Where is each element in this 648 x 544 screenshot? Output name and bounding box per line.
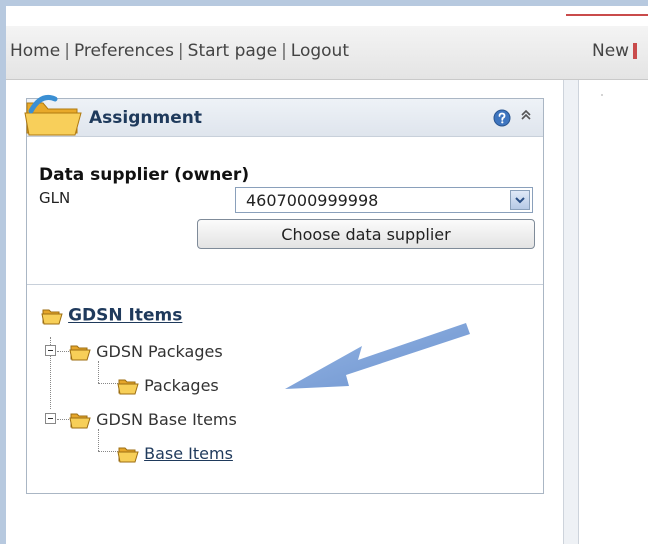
tree-item-packages[interactable]: Packages xyxy=(117,375,219,396)
navigation-bar: Home | Preferences | Start page | Logout New xyxy=(6,26,648,80)
new-tab[interactable]: New xyxy=(592,41,638,61)
help-icon[interactable] xyxy=(493,109,511,131)
assignment-panel: Assignment Data supplier (owner) GLN 460… xyxy=(24,95,544,494)
folder-icon xyxy=(117,447,139,462)
nav-separator: | xyxy=(64,41,70,61)
panel-header: Assignment xyxy=(24,95,543,137)
gln-value: 4607000999998 xyxy=(246,191,379,210)
tree-item-label: Base Items xyxy=(144,444,233,463)
nav-start-page-link[interactable]: Start page xyxy=(188,41,277,61)
chevron-down-icon[interactable] xyxy=(510,190,530,210)
tree-item-label: GDSN Base Items xyxy=(96,410,237,429)
collapse-toggle-icon[interactable] xyxy=(45,345,56,356)
tree-item-label: GDSN Packages xyxy=(96,342,223,361)
gln-select[interactable]: 4607000999998 xyxy=(235,187,533,213)
active-tab-accent xyxy=(566,14,648,16)
tree-connector xyxy=(98,429,99,451)
folder-icon xyxy=(117,379,139,394)
new-tab-accent xyxy=(633,43,638,59)
top-bar xyxy=(6,6,648,26)
gln-label: GLN xyxy=(39,189,71,207)
new-tab-label: New xyxy=(592,41,630,61)
panel-title: Assignment xyxy=(89,108,202,128)
collapse-toggle-icon[interactable] xyxy=(45,413,56,424)
tree-item-gdsn-base-items[interactable]: GDSN Base Items xyxy=(69,409,237,430)
tree-root[interactable]: GDSN Items xyxy=(41,305,182,326)
right-column-mark xyxy=(601,94,603,96)
nav-separator: | xyxy=(177,41,184,61)
nav-links: Home | Preferences | Start page | Logout xyxy=(10,41,349,61)
collapse-chevron-icon[interactable] xyxy=(519,108,533,126)
folder-icon xyxy=(69,345,91,360)
folder-icon xyxy=(69,413,91,428)
nav-logout-link[interactable]: Logout xyxy=(291,41,349,61)
tree-connector xyxy=(98,451,118,452)
right-column xyxy=(579,80,648,544)
splitter-handle[interactable] xyxy=(563,80,579,544)
owner-title: Data supplier (owner) xyxy=(39,165,250,185)
nav-separator: | xyxy=(281,41,287,61)
tree-item-gdsn-packages[interactable]: GDSN Packages xyxy=(69,341,223,362)
folder-icon xyxy=(21,89,85,141)
nav-home-link[interactable]: Home xyxy=(10,41,60,61)
tree-connector xyxy=(57,419,69,420)
tree-connector xyxy=(98,383,118,384)
nav-preferences-link[interactable]: Preferences xyxy=(74,41,174,61)
folder-icon xyxy=(41,309,63,324)
tree-item-label: Packages xyxy=(144,376,219,395)
owner-section: Data supplier (owner) GLN 4607000999998 … xyxy=(39,165,535,249)
tree-item-base-items[interactable]: Base Items xyxy=(117,443,233,464)
tree-root-label: GDSN Items xyxy=(68,305,183,326)
tree-connector xyxy=(98,361,99,383)
tree-connector xyxy=(57,351,69,352)
section-divider xyxy=(27,284,543,285)
choose-data-supplier-button[interactable]: Choose data supplier xyxy=(197,219,535,249)
